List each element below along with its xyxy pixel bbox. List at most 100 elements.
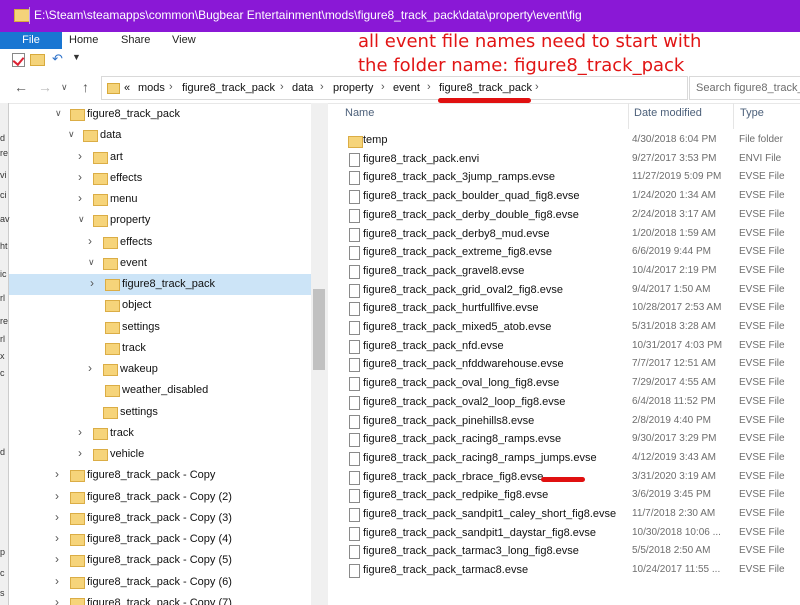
file-row[interactable]: figure8_track_pack_oval2_loop_fig8.evse 6… (330, 394, 800, 413)
up-arrow-icon[interactable]: ↑ (82, 79, 89, 95)
tab-home[interactable]: Home (69, 32, 98, 49)
tree-item[interactable]: track (9, 338, 311, 359)
breadcrumb-sep-icon[interactable]: › (280, 81, 284, 93)
chevron-down-icon[interactable]: ∨ (88, 257, 95, 268)
breadcrumb-event[interactable]: event (393, 82, 420, 94)
chevron-right-icon[interactable]: › (55, 574, 59, 588)
file-row[interactable]: figure8_track_pack_extreme_fig8.evse 6/6/… (330, 244, 800, 263)
file-row[interactable]: figure8_track_pack_derby_double_fig8.evs… (330, 207, 800, 226)
file-row[interactable]: figure8_track_pack_grid_oval2_fig8.evse 9… (330, 282, 800, 301)
customize-dropdown-icon[interactable]: ▼ (72, 52, 81, 62)
chevron-right-icon[interactable]: › (55, 467, 59, 481)
chevron-right-icon[interactable]: › (88, 234, 92, 248)
tab-share[interactable]: Share (121, 32, 150, 49)
chevron-right-icon[interactable]: › (78, 191, 82, 205)
tree-item[interactable]: › figure8_track_pack - Copy (9, 465, 311, 486)
tree-item[interactable]: object (9, 295, 311, 316)
breadcrumb-overflow[interactable]: « (124, 82, 130, 94)
search-box[interactable]: Search figure8_track_pa... (689, 76, 800, 100)
file-row[interactable]: figure8_track_pack_hurtfullfive.evse 10/2… (330, 300, 800, 319)
file-row[interactable]: figure8_track_pack_sandpit1_daystar_fig8… (330, 525, 800, 544)
tree-item[interactable]: › figure8_track_pack - Copy (5) (9, 550, 311, 571)
tree-item[interactable]: › wakeup (9, 359, 311, 380)
tree-item[interactable]: ∨ data (9, 125, 311, 146)
breadcrumb-sep-icon[interactable]: › (381, 81, 385, 93)
breadcrumb-current-folder[interactable]: figure8_track_pack (439, 82, 532, 94)
file-row[interactable]: temp 4/30/2018 6:04 PM File folder (330, 132, 800, 151)
chevron-right-icon[interactable]: › (78, 170, 82, 184)
new-folder-icon[interactable] (30, 54, 45, 66)
file-row[interactable]: figure8_track_pack_redpike_fig8.evse 3/6/… (330, 487, 800, 506)
file-tab[interactable]: File (0, 32, 62, 49)
chevron-right-icon[interactable]: › (88, 361, 92, 375)
breadcrumb-data[interactable]: data (292, 82, 313, 94)
chevron-right-icon[interactable]: › (78, 149, 82, 163)
chevron-right-icon[interactable]: › (78, 425, 82, 439)
recent-locations-chevron-icon[interactable]: ∨ (61, 82, 68, 93)
chevron-right-icon[interactable]: › (90, 276, 94, 290)
breadcrumb-figure8-track-pack[interactable]: figure8_track_pack (182, 82, 275, 94)
column-divider[interactable] (628, 103, 629, 129)
tree-item[interactable]: ∨ event (9, 253, 311, 274)
tree-item[interactable]: › effects (9, 168, 311, 189)
tree-item[interactable]: › figure8_track_pack (9, 274, 311, 295)
breadcrumb-sep-icon[interactable]: › (427, 81, 431, 93)
breadcrumb-sep-icon[interactable]: › (169, 81, 173, 93)
file-row[interactable]: figure8_track_pack_3jump_ramps.evse 11/27… (330, 169, 800, 188)
file-row[interactable]: figure8_track_pack_derby8_mud.evse 1/20/2… (330, 226, 800, 245)
chevron-right-icon[interactable]: › (55, 489, 59, 503)
tree-item[interactable]: › menu (9, 189, 311, 210)
breadcrumb-sep-icon[interactable]: › (535, 81, 539, 93)
tree-item[interactable]: › figure8_track_pack - Copy (4) (9, 529, 311, 550)
file-row[interactable]: figure8_track_pack_sandpit1_caley_short_… (330, 506, 800, 525)
properties-check-icon[interactable] (12, 53, 25, 67)
breadcrumb-property[interactable]: property (333, 82, 373, 94)
address-box[interactable]: « mods › figure8_track_pack › data › pro… (101, 76, 688, 100)
tree-item[interactable]: › figure8_track_pack - Copy (2) (9, 487, 311, 508)
chevron-down-icon[interactable]: ∨ (78, 214, 85, 225)
file-row[interactable]: figure8_track_pack.envi 9/27/2017 3:53 PM… (330, 151, 800, 170)
file-row[interactable]: figure8_track_pack_boulder_quad_fig8.evs… (330, 188, 800, 207)
navigation-pane-scrollbar[interactable] (311, 103, 328, 605)
chevron-right-icon[interactable]: › (55, 552, 59, 566)
tree-item[interactable]: settings (9, 402, 311, 423)
file-row[interactable]: figure8_track_pack_pinehills8.evse 2/8/20… (330, 413, 800, 432)
file-row[interactable]: figure8_track_pack_racing8_ramps_jumps.e… (330, 450, 800, 469)
tree-item[interactable]: ∨ property (9, 210, 311, 231)
back-arrow-icon[interactable]: ← (14, 79, 28, 95)
chevron-down-icon[interactable]: ∨ (55, 108, 62, 119)
undo-icon[interactable]: ↶ (52, 51, 63, 67)
chevron-down-icon[interactable]: ∨ (68, 129, 75, 140)
tree-item[interactable]: › vehicle (9, 444, 311, 465)
tree-item[interactable]: › figure8_track_pack - Copy (6) (9, 572, 311, 593)
column-header-type[interactable]: Type (740, 107, 764, 119)
file-row[interactable]: figure8_track_pack_racing8_ramps.evse 9/3… (330, 431, 800, 450)
file-row[interactable]: figure8_track_pack_nfddwarehouse.evse 7/7… (330, 356, 800, 375)
tree-item[interactable]: settings (9, 317, 311, 338)
navigation-pane[interactable]: ∨ figure8_track_pack ∨ data › art › effects › men… (9, 103, 311, 605)
chevron-right-icon[interactable]: › (55, 531, 59, 545)
breadcrumb-mods[interactable]: mods (138, 82, 165, 94)
file-row[interactable]: figure8_track_pack_tarmac3_long_fig8.evs… (330, 543, 800, 562)
scrollbar-thumb[interactable] (313, 289, 325, 370)
chevron-right-icon[interactable]: › (55, 510, 59, 524)
tree-item[interactable]: › figure8_track_pack - Copy (3) (9, 508, 311, 529)
tree-item[interactable]: weather_disabled (9, 380, 311, 401)
tree-item[interactable]: ∨ figure8_track_pack (9, 104, 311, 125)
tree-item[interactable]: › track (9, 423, 311, 444)
file-row[interactable]: figure8_track_pack_tarmac8.evse 10/24/201… (330, 562, 800, 581)
file-row[interactable]: figure8_track_pack_mixed5_atob.evse 5/31/… (330, 319, 800, 338)
column-header-date-modified[interactable]: Date modified (634, 107, 702, 119)
file-row[interactable]: figure8_track_pack_nfd.evse 10/31/2017 4:… (330, 338, 800, 357)
tree-item[interactable]: › figure8_track_pack - Copy (7) (9, 593, 311, 605)
file-row[interactable]: figure8_track_pack_gravel8.evse 10/4/2017… (330, 263, 800, 282)
tab-view[interactable]: View (172, 32, 196, 49)
file-row[interactable]: figure8_track_pack_oval_long_fig8.evse 7/… (330, 375, 800, 394)
column-divider[interactable] (733, 103, 734, 129)
breadcrumb-sep-icon[interactable]: › (320, 81, 324, 93)
forward-arrow-icon[interactable]: → (38, 79, 52, 95)
tree-item[interactable]: › art (9, 147, 311, 168)
column-header-name[interactable]: Name (345, 107, 374, 119)
chevron-right-icon[interactable]: › (78, 446, 82, 460)
tree-item[interactable]: › effects (9, 232, 311, 253)
